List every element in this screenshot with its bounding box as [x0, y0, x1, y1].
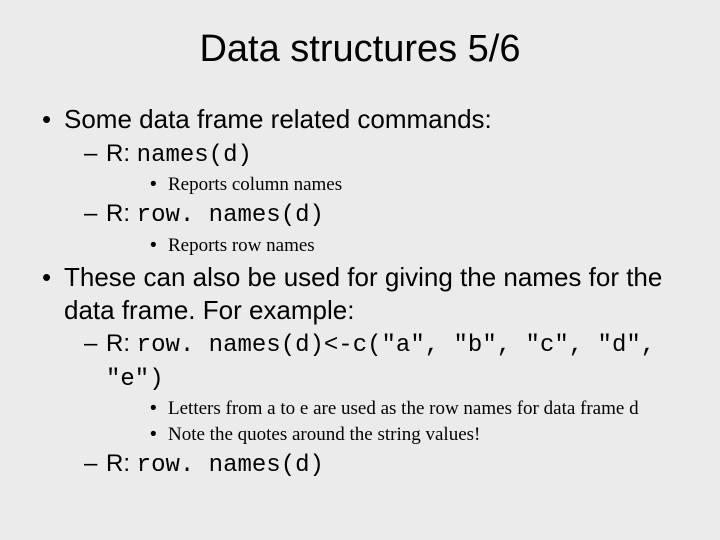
r-prefix: R:: [106, 330, 137, 357]
code-snippet: row. names(d): [137, 452, 324, 479]
bullet-2-text: These can also be used for giving the na…: [64, 262, 662, 325]
bullet-2-sub-1: R: row. names(d)<-c("a", "b", "c", "d", …: [64, 328, 682, 446]
note-text: Reports row names: [106, 234, 682, 258]
note-text: Letters from a to e are used as the row …: [106, 397, 682, 421]
r-prefix: R:: [106, 450, 137, 477]
bullet-1-sublist: R: names(d) Reports column names R: row.…: [64, 138, 682, 258]
note-text: Note the quotes around the string values…: [106, 423, 682, 447]
bullet-1-text: Some data frame related commands:: [64, 104, 492, 134]
bullet-1: Some data frame related commands: R: nam…: [38, 103, 682, 257]
bullet-1-sub-2-notes: Reports row names: [106, 234, 682, 258]
bullet-1-sub-2: R: row. names(d) Reports row names: [64, 198, 682, 257]
code-snippet: row. names(d): [137, 202, 324, 229]
r-prefix: R:: [106, 200, 137, 227]
r-prefix: R:: [106, 140, 137, 167]
bullet-1-sub-1-notes: Reports column names: [106, 173, 682, 197]
bullet-2-sub-1-notes: Letters from a to e are used as the row …: [106, 397, 682, 447]
code-snippet: row. names(d)<-c("a", "b", "c", "d", "e"…: [106, 332, 655, 392]
bullet-2-sublist: R: row. names(d)<-c("a", "b", "c", "d", …: [64, 328, 682, 481]
slide: Data structures 5/6 Some data frame rela…: [0, 0, 720, 540]
slide-title: Data structures 5/6: [38, 28, 682, 71]
code-snippet: names(d): [137, 142, 252, 169]
bullet-1-sub-1: R: names(d) Reports column names: [64, 138, 682, 197]
note-text: Reports column names: [106, 173, 682, 197]
bullet-2-sub-2: R: row. names(d): [64, 448, 682, 481]
bullet-2: These can also be used for giving the na…: [38, 261, 682, 481]
bullet-list: Some data frame related commands: R: nam…: [38, 103, 682, 481]
